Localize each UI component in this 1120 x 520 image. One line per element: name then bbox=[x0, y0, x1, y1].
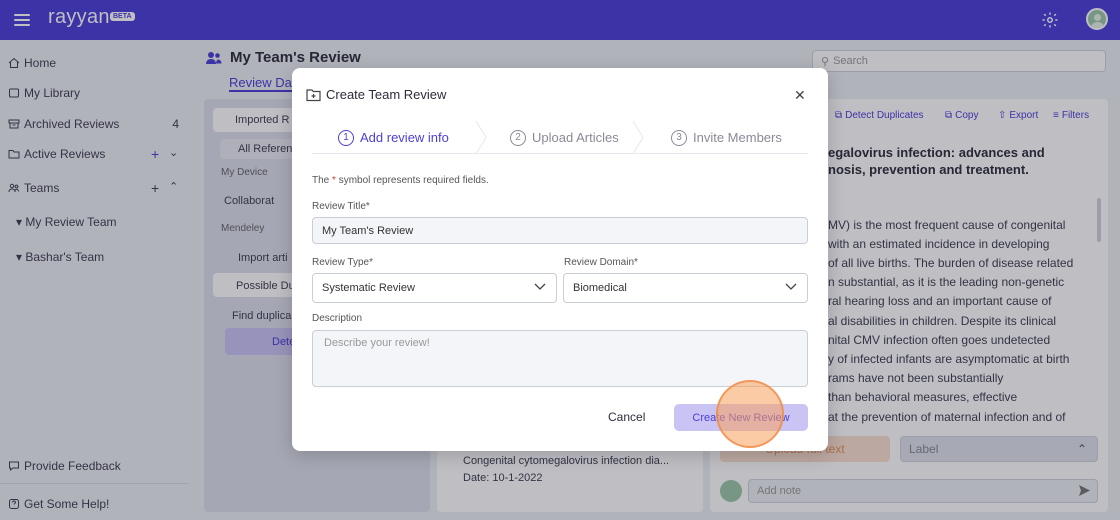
review-title-label: Review Title* bbox=[312, 201, 370, 212]
step-upload-articles[interactable]: 2 Upload Articles bbox=[510, 121, 619, 154]
review-title-field[interactable]: My Team's Review bbox=[312, 217, 808, 244]
new-folder-icon bbox=[306, 89, 321, 102]
cancel-button[interactable]: Cancel bbox=[608, 410, 645, 424]
review-type-label: Review Type* bbox=[312, 257, 373, 268]
chevron-down-icon bbox=[785, 283, 797, 290]
description-label: Description bbox=[312, 313, 363, 324]
review-domain-label: Review Domain* bbox=[564, 257, 638, 268]
close-icon[interactable]: ✕ bbox=[794, 87, 806, 104]
review-domain-select[interactable]: Biomedical bbox=[563, 273, 808, 303]
stepper: 1 Add review info 2 Upload Articles 3 Invit… bbox=[312, 121, 808, 154]
click-indicator bbox=[716, 380, 784, 448]
step-add-review-info[interactable]: 1 Add review info bbox=[338, 121, 449, 154]
review-type-select[interactable]: Systematic Review bbox=[312, 273, 557, 303]
required-note: The * symbol represents required fields. bbox=[312, 175, 489, 186]
description-field[interactable]: Describe your review! bbox=[312, 330, 808, 387]
chevron-right-icon bbox=[632, 121, 644, 154]
chevron-right-icon bbox=[475, 121, 487, 154]
dialog-title: Create Team Review bbox=[326, 87, 447, 102]
chevron-down-icon bbox=[534, 283, 546, 290]
step-invite-members[interactable]: 3 Invite Members bbox=[671, 121, 782, 154]
